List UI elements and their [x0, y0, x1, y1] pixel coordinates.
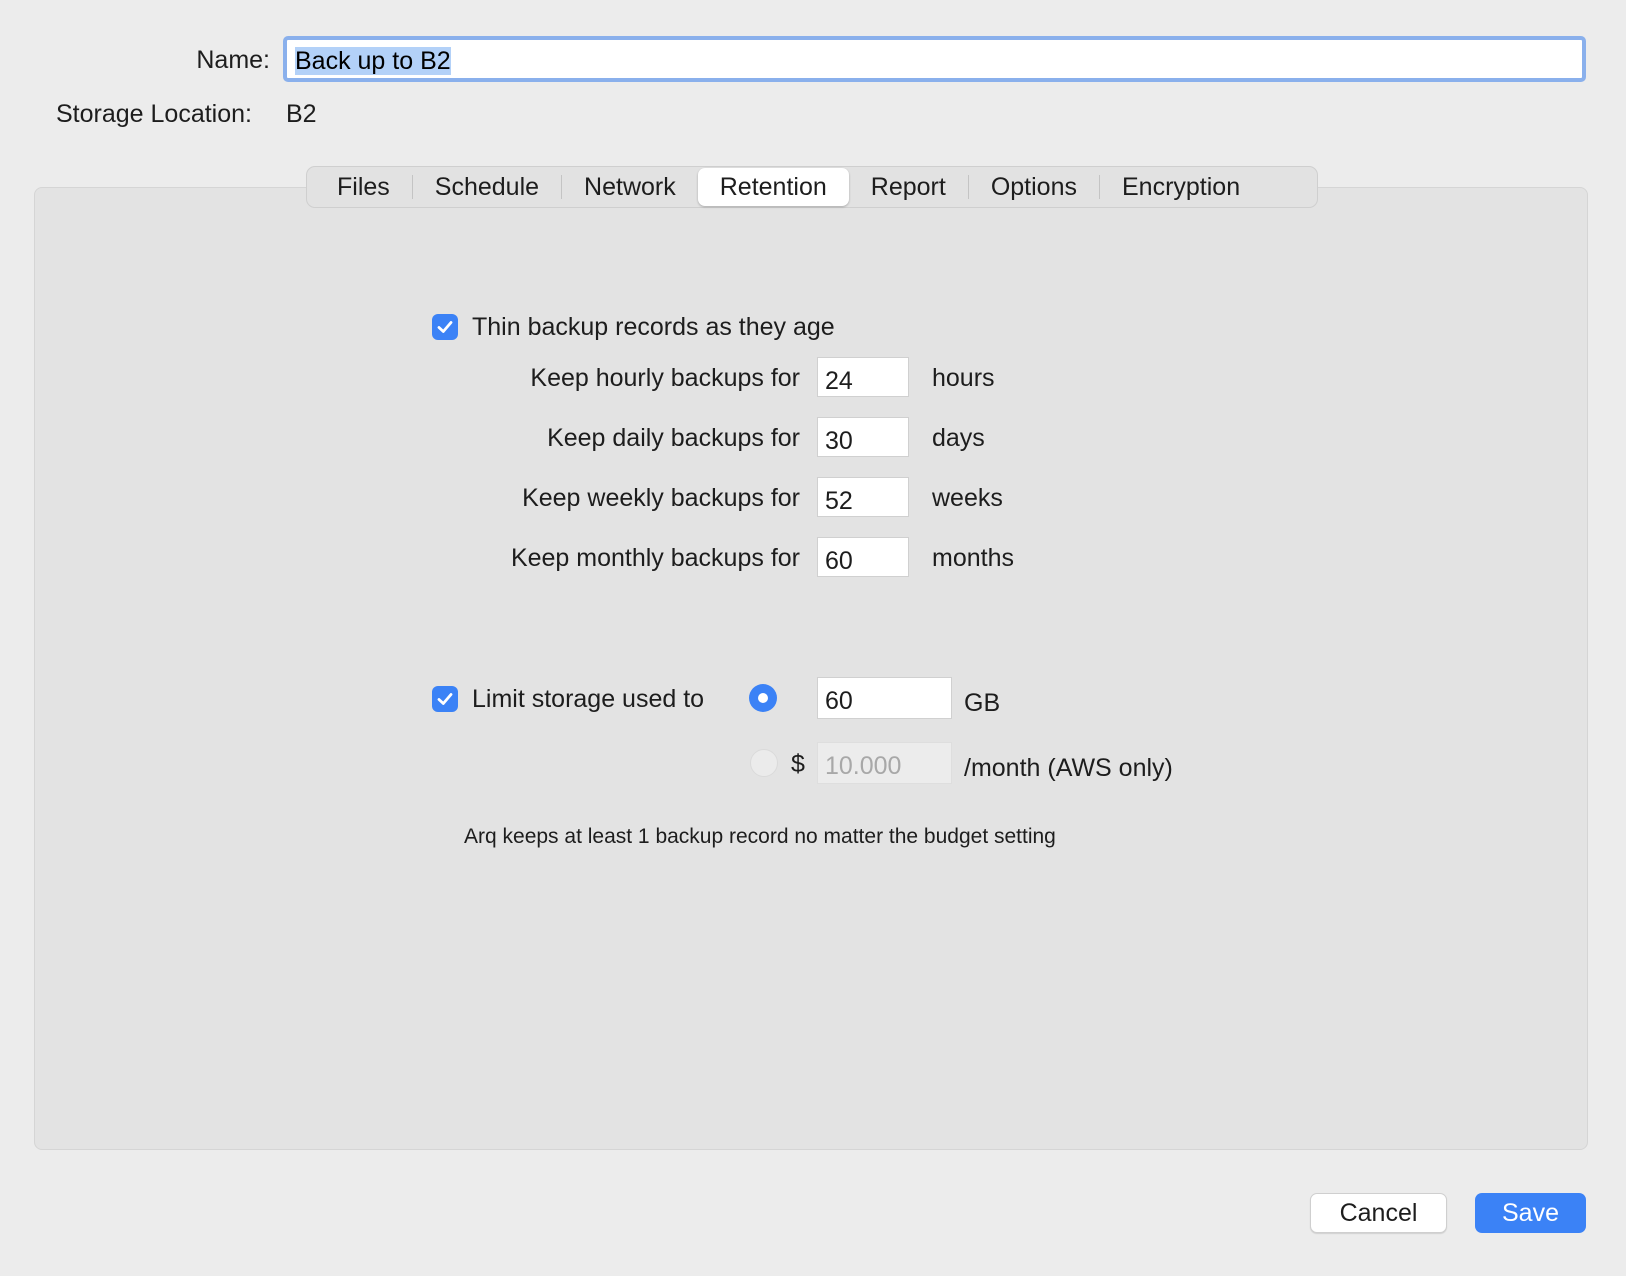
thin-backups-checkbox[interactable] [432, 314, 458, 340]
keep-daily-label: Keep daily backups for [547, 424, 800, 452]
limit-gb-input[interactable]: 60 [817, 677, 952, 719]
limit-gb-radio[interactable] [749, 684, 777, 712]
thin-backups-label[interactable]: Thin backup records as they age [472, 313, 835, 342]
retention-note: Arq keeps at least 1 backup record no ma… [464, 825, 1056, 848]
checkmark-icon [437, 693, 453, 705]
tab-options[interactable]: Options [969, 168, 1099, 206]
keep-hourly-unit: hours [932, 364, 995, 392]
name-input[interactable]: Back up to B2 [283, 36, 1586, 82]
save-button[interactable]: Save [1475, 1193, 1586, 1233]
limit-storage-checkbox[interactable] [432, 686, 458, 712]
tab-files[interactable]: Files [315, 168, 412, 206]
keep-daily-input[interactable]: 30 [817, 417, 909, 457]
keep-daily-unit: days [932, 424, 985, 452]
keep-hourly-label: Keep hourly backups for [530, 364, 800, 392]
keep-hourly-input[interactable]: 24 [817, 357, 909, 397]
keep-monthly-label: Keep monthly backups for [510, 544, 800, 572]
limit-storage-label[interactable]: Limit storage used to [472, 685, 704, 714]
limit-dollar-unit: /month (AWS only) [964, 754, 1173, 782]
dollar-symbol: $ [791, 750, 805, 778]
keep-weekly-input[interactable]: 52 [817, 477, 909, 517]
name-input-value: Back up to B2 [295, 47, 451, 75]
keep-monthly-input[interactable]: 60 [817, 537, 909, 577]
keep-weekly-unit: weeks [932, 484, 1003, 512]
tab-bar: Files Schedule Network Retention Report … [306, 166, 1318, 208]
cancel-button[interactable]: Cancel [1310, 1193, 1447, 1233]
name-label: Name: [196, 46, 270, 74]
limit-gb-unit: GB [964, 689, 1001, 717]
tab-encryption[interactable]: Encryption [1100, 168, 1262, 206]
keep-weekly-label: Keep weekly backups for [522, 484, 800, 512]
storage-location-value: B2 [286, 100, 317, 128]
radio-dot [758, 693, 768, 703]
storage-location-label: Storage Location: [56, 100, 252, 128]
tab-schedule[interactable]: Schedule [413, 168, 561, 206]
limit-dollar-input[interactable]: 10.000 [817, 742, 952, 784]
limit-dollar-radio[interactable] [750, 749, 778, 777]
tab-retention[interactable]: Retention [697, 168, 849, 206]
tab-network[interactable]: Network [562, 168, 698, 206]
keep-monthly-unit: months [932, 544, 1014, 572]
tab-report[interactable]: Report [849, 168, 968, 206]
checkmark-icon [437, 321, 453, 333]
